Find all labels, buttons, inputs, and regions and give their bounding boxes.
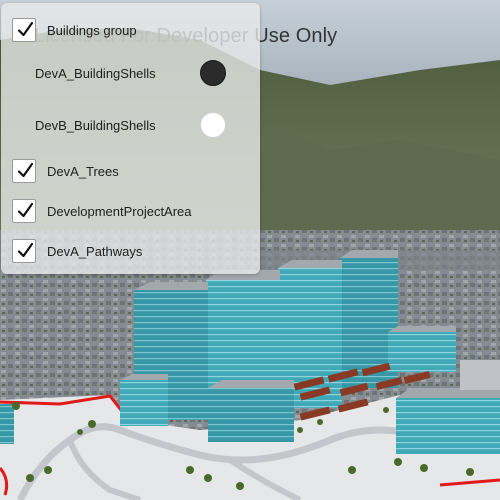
layer-row-deva-trees[interactable]: DevA_Trees: [1, 151, 260, 191]
deva-buildingshells-label: DevA_BuildingShells: [35, 65, 156, 81]
layer-row-deva-pathways[interactable]: DevA_Pathways: [1, 231, 260, 271]
checkmark-icon: [17, 21, 34, 37]
buildings-group-label: Buildings group: [47, 22, 137, 38]
checkmark-icon: [17, 162, 34, 178]
checkmark-icon: [17, 242, 34, 258]
radio-row-devb-buildingshells[interactable]: DevB_BuildingShells: [1, 105, 260, 145]
deva-trees-label: DevA_Trees: [47, 163, 119, 179]
developmentprojectarea-label: DevelopmentProjectArea: [47, 203, 192, 219]
layers-panel: Buildings group DevA_BuildingShells DevB…: [1, 3, 260, 274]
developmentprojectarea-checkbox[interactable]: [12, 199, 36, 223]
layer-row-developmentprojectarea[interactable]: DevelopmentProjectArea: [1, 191, 260, 231]
radio-row-deva-buildingshells[interactable]: DevA_BuildingShells: [1, 53, 260, 93]
devb-buildingshells-label: DevB_BuildingShells: [35, 117, 156, 133]
deva-pathways-checkbox[interactable]: [12, 239, 36, 263]
deva-buildingshells-radio[interactable]: [200, 60, 226, 86]
deva-pathways-label: DevA_Pathways: [47, 243, 143, 259]
buildings-group-checkbox[interactable]: [12, 18, 36, 42]
checkmark-icon: [17, 202, 34, 218]
deva-trees-checkbox[interactable]: [12, 159, 36, 183]
devb-buildingshells-radio[interactable]: [200, 112, 226, 138]
group-row-buildings[interactable]: Buildings group: [1, 10, 260, 50]
